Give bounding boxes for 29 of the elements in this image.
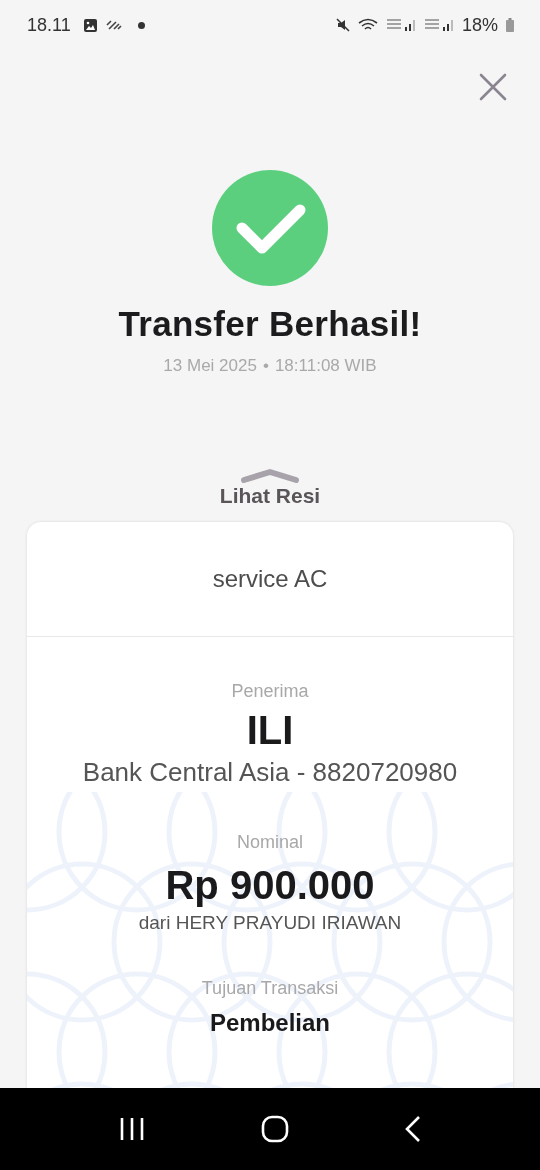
home-button[interactable] (261, 1115, 289, 1143)
field-value: ILI (246, 708, 294, 753)
field-label: Tujuan Transaksi (201, 978, 339, 999)
transfer-time: 18:11:08 WIB (274, 356, 377, 376)
chevron-up-icon (240, 468, 300, 484)
success-check-icon (212, 170, 328, 286)
view-receipt-toggle[interactable]: Lihat Resi (219, 468, 321, 508)
field-detail: Bank Central Asia - 8820720980 (82, 757, 458, 788)
gallery-icon (82, 17, 98, 33)
field-label: Penerima (231, 681, 309, 702)
field-label: Nominal (236, 832, 303, 853)
success-title: Transfer Berhasil! (118, 304, 422, 344)
mute-icon (335, 18, 350, 32)
transfer-note: service AC (27, 522, 513, 637)
status-time: 18.11 (27, 14, 71, 36)
battery-icon (506, 18, 514, 32)
battery-level: 18% (461, 14, 498, 36)
field-detail: dari HERY PRAYUDI IRIAWAN (138, 912, 402, 934)
close-button[interactable] (479, 73, 507, 101)
notification-dot-icon (137, 21, 145, 29)
wifi-icon (357, 18, 378, 32)
lte-signal-icon (423, 18, 454, 32)
field-value: Rp 900.000 (165, 863, 375, 908)
separator-dot: • (262, 356, 269, 376)
back-button[interactable] (404, 1115, 423, 1143)
transfer-date: 13 Mei 2025 (163, 356, 257, 376)
lte-signal-icon (385, 18, 416, 32)
field-value: Pembelian (209, 1009, 330, 1037)
signal-lines-icon (105, 19, 122, 31)
